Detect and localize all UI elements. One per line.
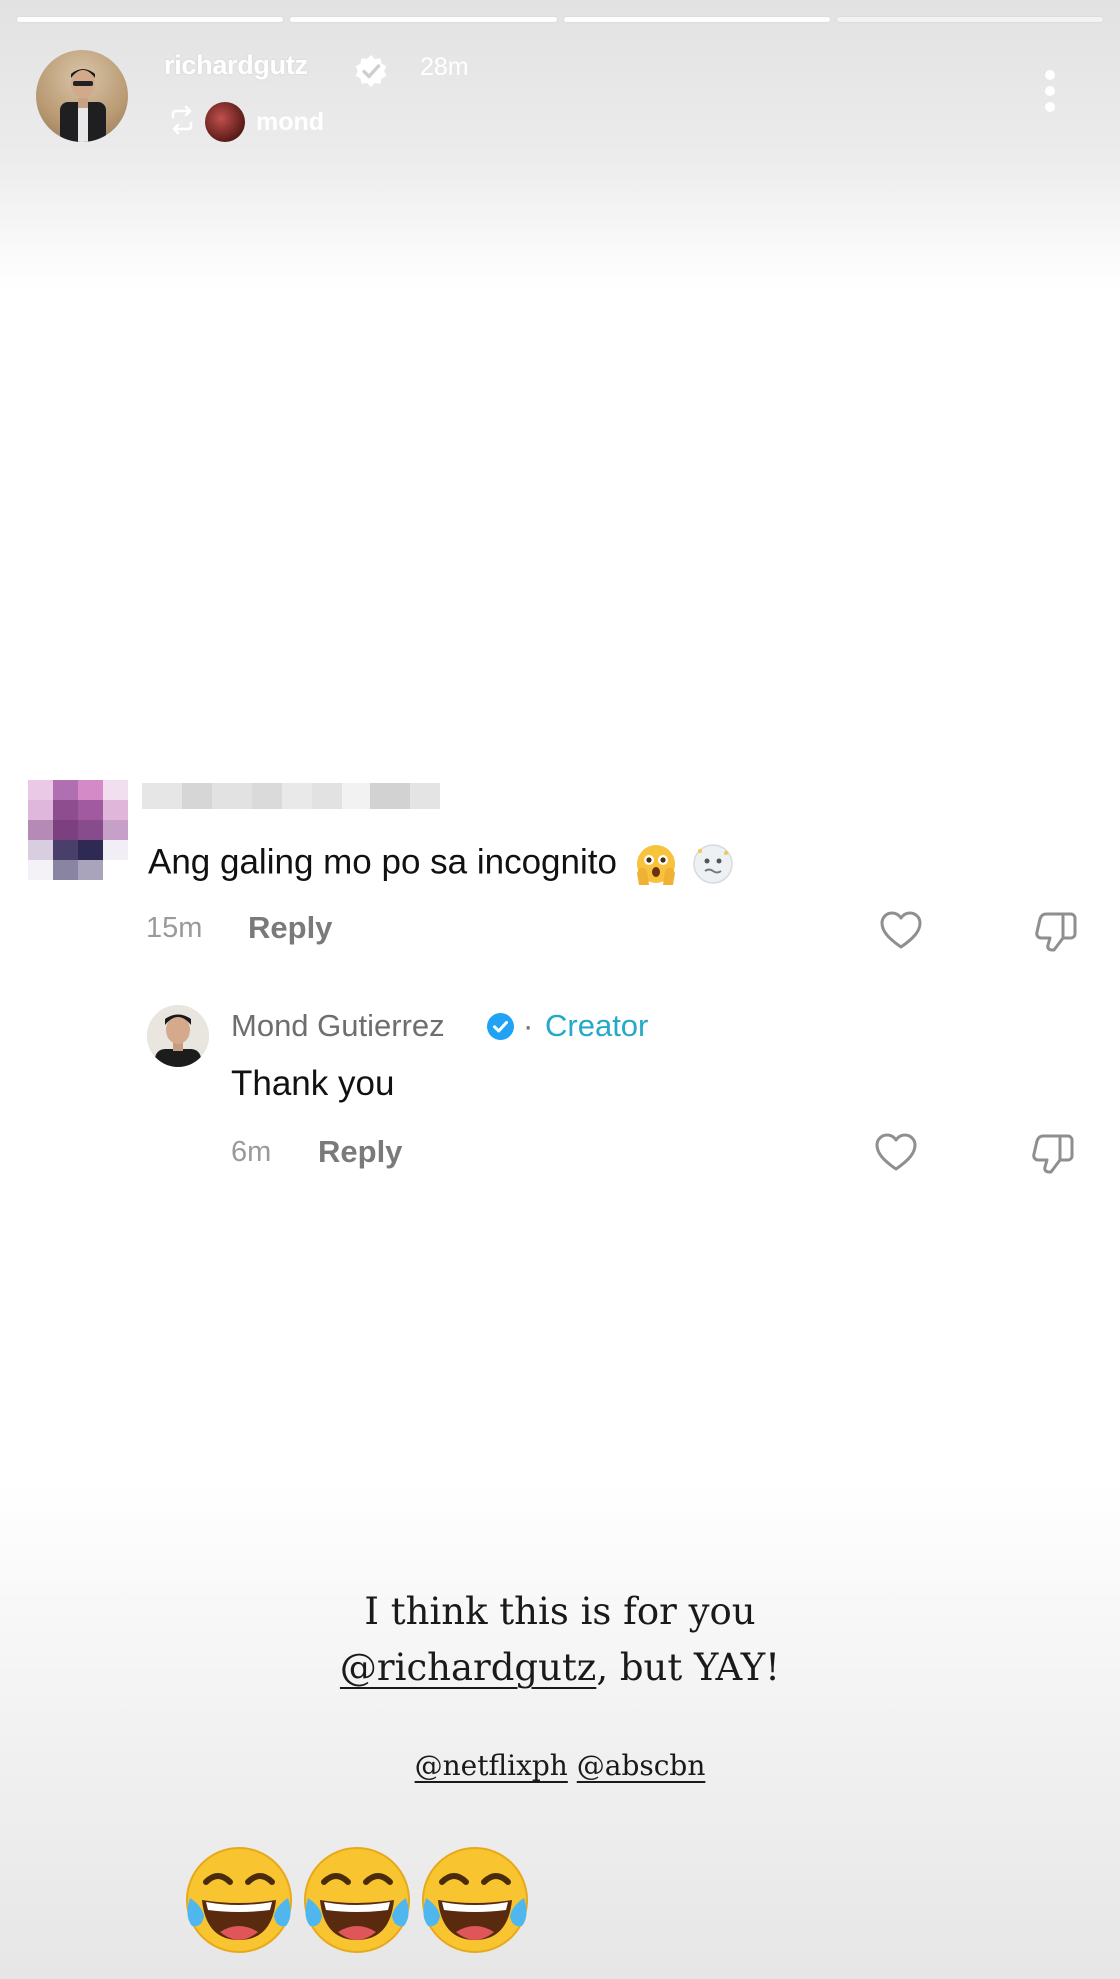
heart-icon[interactable] bbox=[873, 1130, 919, 1176]
story-time: 28m bbox=[420, 53, 469, 81]
repost-username[interactable]: mond bbox=[256, 108, 324, 137]
repost-icon bbox=[171, 105, 193, 135]
caption-line-1: I think this is for you bbox=[364, 1590, 756, 1633]
reply-author[interactable]: Mond Gutierrez bbox=[231, 1008, 445, 1044]
verified-badge-icon bbox=[487, 1013, 514, 1040]
more-options-icon[interactable] bbox=[1036, 70, 1064, 118]
flushed-face-hands-icon bbox=[636, 845, 675, 885]
laughing-tears-icon bbox=[186, 1847, 292, 1953]
verified-badge-icon bbox=[355, 55, 387, 87]
mention-link[interactable]: @richardgutz bbox=[340, 1646, 596, 1689]
dislike-icon[interactable] bbox=[1030, 1130, 1076, 1176]
mention-link[interactable]: @abscbn bbox=[577, 1749, 706, 1782]
pixelated-avatar bbox=[28, 780, 128, 880]
reply-separator: · bbox=[523, 1008, 534, 1043]
caption-line-2: @richardgutz, but YAY! bbox=[0, 1640, 1120, 1696]
laughing-tears-icon bbox=[422, 1847, 528, 1953]
reply-avatar[interactable] bbox=[147, 1005, 209, 1067]
story-viewer[interactable]: richardgutz 28m mond Ang galing mo po sa… bbox=[0, 0, 1120, 1979]
dislike-icon[interactable] bbox=[1033, 908, 1079, 954]
comment-text: Ang galing mo po sa incognito bbox=[148, 841, 736, 887]
emoji-row bbox=[180, 1842, 534, 1960]
mention-link[interactable]: @netflixph bbox=[415, 1749, 568, 1782]
repost-avatar[interactable] bbox=[205, 102, 245, 142]
comment-body: Ang galing mo po sa incognito bbox=[148, 842, 617, 882]
top-gradient bbox=[0, 0, 1120, 290]
blurred-username bbox=[142, 783, 440, 809]
progress-segment bbox=[290, 17, 557, 22]
reply-avatar-photo bbox=[147, 1005, 209, 1067]
story-progress-bar bbox=[17, 17, 1103, 23]
story-tags: @netflixph @abscbn bbox=[0, 1749, 1120, 1782]
story-username[interactable]: richardgutz bbox=[164, 50, 308, 81]
progress-segment bbox=[17, 17, 284, 22]
cold-face-icon bbox=[693, 844, 734, 884]
bottom-gradient bbox=[0, 1480, 1120, 1979]
heart-icon[interactable] bbox=[878, 908, 924, 954]
avatar[interactable] bbox=[36, 50, 128, 142]
progress-segment bbox=[836, 17, 1103, 22]
story-caption: I think this is for you @richardgutz, bu… bbox=[0, 1584, 1120, 1696]
reply-text: Thank you bbox=[231, 1064, 395, 1103]
laughing-tears-icon bbox=[304, 1847, 410, 1953]
reply-reply-button[interactable]: Reply bbox=[318, 1134, 402, 1170]
comment-time: 15m bbox=[146, 912, 203, 944]
avatar-photo bbox=[60, 69, 106, 142]
comment-reply-button[interactable]: Reply bbox=[248, 910, 332, 946]
caption-line-2-rest: , but YAY! bbox=[596, 1646, 781, 1689]
reply-time: 6m bbox=[231, 1136, 272, 1168]
progress-segment bbox=[563, 17, 830, 22]
creator-badge: Creator bbox=[545, 1008, 649, 1043]
